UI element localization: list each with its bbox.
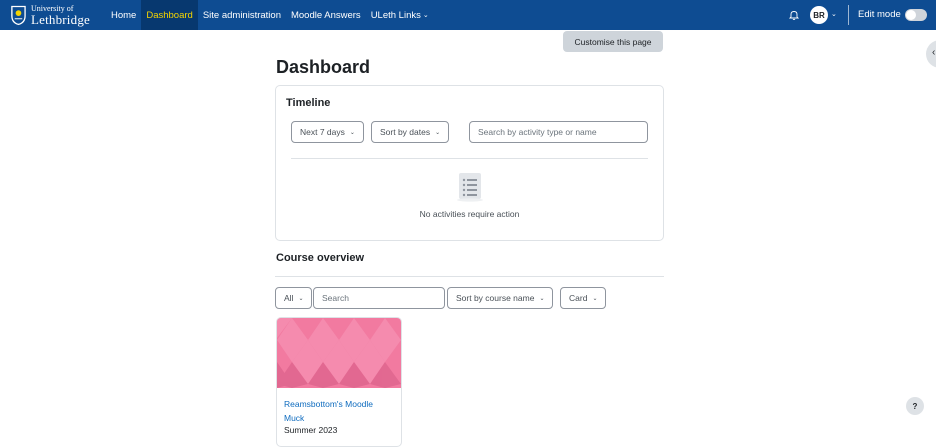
course-search-input[interactable]: Search [313, 287, 445, 309]
course-name-link[interactable]: Reamsbottom's Moodle Muck [284, 397, 394, 425]
course-overview-title: Course overview [276, 252, 365, 264]
customise-page-button[interactable]: Customise this page [563, 31, 663, 52]
timeline-range-select[interactable]: Next 7 days ⌄ [291, 121, 364, 143]
chevron-down-icon: ⌄ [422, 12, 429, 19]
brand-line2: Lethbridge [30, 11, 90, 27]
page-title: Dashboard [276, 57, 371, 77]
chevron-down-icon: ⌄ [539, 295, 545, 302]
timeline-search-placeholder: Search by activity type or name [478, 127, 597, 137]
user-menu-chevron-icon[interactable]: ⌄ [831, 10, 839, 18]
course-filter-label: All [284, 293, 294, 303]
navbar-divider [848, 5, 849, 25]
top-navbar: University of Lethbridge Home Dashboard … [0, 0, 936, 30]
course-sort-select[interactable]: Sort by course name ⌄ [447, 287, 554, 309]
chevron-down-icon: ⌄ [435, 129, 441, 136]
chevron-down-icon: ⌄ [298, 295, 304, 302]
course-card[interactable]: Reamsbottom's Moodle Muck Summer 2023 [276, 317, 402, 447]
course-view-label: Card [569, 293, 588, 303]
course-filter-select[interactable]: All ⌄ [275, 287, 313, 309]
block-drawer-toggle[interactable]: ‹ [926, 40, 936, 68]
empty-list-icon [457, 173, 483, 202]
toggle-knob [906, 10, 916, 20]
notification-bell-icon[interactable] [788, 9, 800, 21]
nav-moodle-answers[interactable]: Moodle Answers [286, 0, 366, 30]
chevron-down-icon: ⌄ [349, 129, 355, 136]
nav-site-administration[interactable]: Site administration [198, 0, 286, 30]
nav-dashboard[interactable]: Dashboard [141, 0, 198, 30]
timeline-empty-message: No activities require action [419, 209, 520, 219]
course-view-select[interactable]: Card ⌄ [560, 287, 607, 309]
timeline-range-label: Next 7 days [300, 127, 345, 137]
crest-icon [11, 5, 26, 26]
nav-home-label: Home [111, 9, 137, 21]
timeline-search-input[interactable]: Search by activity type or name [469, 121, 648, 143]
edit-mode-toggle[interactable] [905, 9, 927, 21]
nav-moodle-answers-label: Moodle Answers [290, 9, 361, 21]
nav-site-administration-label: Site administration [202, 9, 281, 21]
course-image[interactable] [277, 318, 401, 388]
timeline-title: Timeline [286, 97, 331, 109]
edit-mode-label: Edit mode [858, 9, 901, 20]
primary-navigation: Home Dashboard Site administration Moodl… [106, 0, 434, 30]
nav-home[interactable]: Home [106, 0, 141, 30]
timeline-block: Timeline Next 7 days ⌄ Sort by dates ⌄ Sea… [275, 85, 664, 241]
nav-uleth-links-label: ULeth Links [370, 9, 421, 21]
chevron-down-icon: ⌄ [592, 295, 598, 302]
chevron-left-icon: ‹ [932, 47, 936, 58]
course-category: Summer 2023 [284, 425, 338, 435]
timeline-sort-label: Sort by dates [380, 127, 431, 137]
nav-uleth-links[interactable]: ULeth Links ⌄ [366, 0, 434, 30]
course-sort-label: Sort by course name [456, 293, 535, 303]
course-search-placeholder: Search [322, 293, 349, 303]
course-overview-divider [275, 276, 664, 277]
user-avatar[interactable]: BR [810, 6, 828, 24]
timeline-divider [291, 158, 648, 159]
nav-dashboard-label: Dashboard [146, 9, 193, 21]
timeline-sort-select[interactable]: Sort by dates ⌄ [371, 121, 450, 143]
help-button[interactable]: ? [906, 397, 924, 415]
university-logo[interactable]: University of Lethbridge [10, 3, 90, 27]
